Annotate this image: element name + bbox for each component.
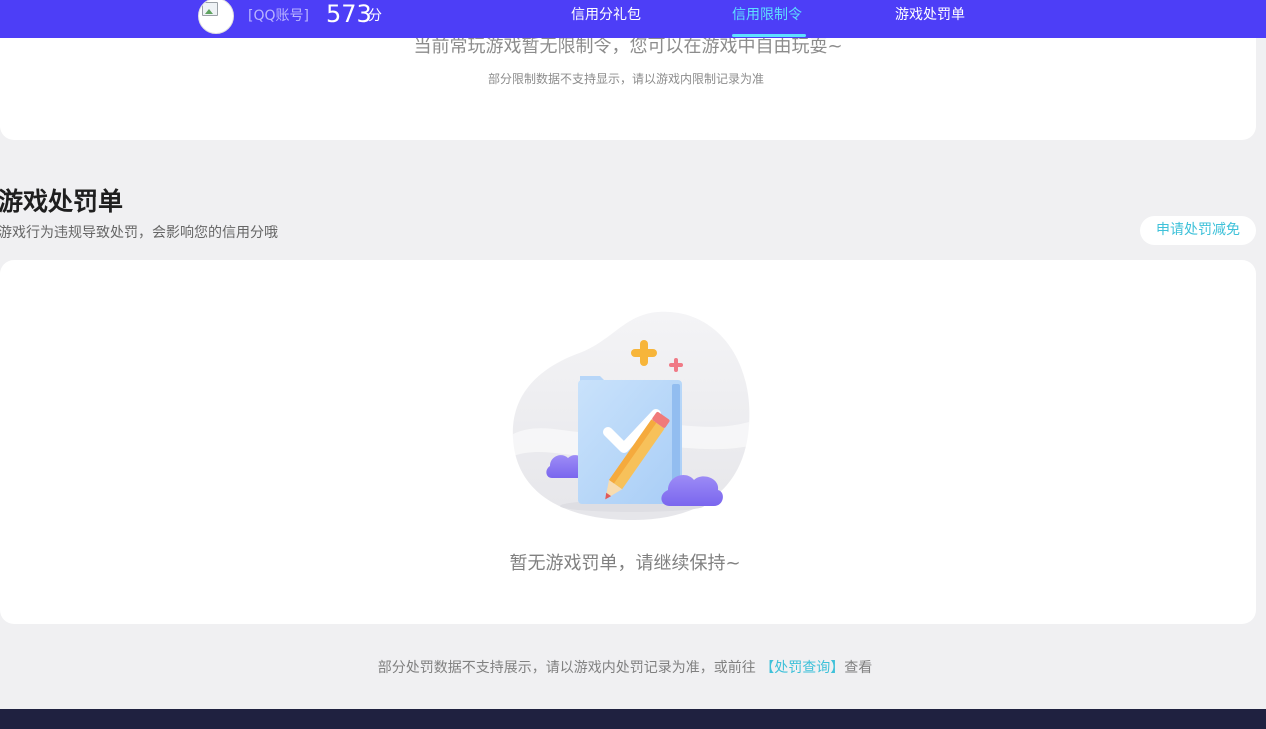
credit-score: 573 — [326, 0, 372, 28]
section-subtitle: 游戏行为违规导致处罚，会影响您的信用分哦 — [0, 225, 278, 241]
account-type-label: [QQ账号] — [248, 8, 309, 24]
document-check-pencil-icon — [512, 311, 750, 520]
top-nav-bar: [QQ账号] 573 分 信用分礼包 信用限制令 游戏处罚单 — [0, 0, 1266, 38]
tab-credit-restriction[interactable]: 信用限制令 — [732, 6, 802, 24]
credit-score-unit: 分 — [368, 8, 382, 24]
tab-credit-gift[interactable]: 信用分礼包 — [571, 6, 641, 24]
footer-note-suffix: 查看 — [844, 660, 873, 676]
limit-note: 部分限制数据不支持显示，请以游戏内限制记录为准 — [487, 72, 764, 86]
page-footer-bar — [0, 709, 1266, 729]
apply-penalty-reduction-button[interactable]: 申请处罚减免 — [1140, 216, 1256, 245]
limit-empty-message: 当前常玩游戏暂无限制令，您可以在游戏中自由玩耍~ — [413, 36, 843, 57]
tab-game-penalty[interactable]: 游戏处罚单 — [895, 6, 965, 24]
footer-note: 部分处罚数据不支持展示，请以游戏内处罚记录为准，或前往 【处罚查询】查看 — [0, 659, 1250, 677]
footer-note-prefix: 部分处罚数据不支持展示，请以游戏内处罚记录为准，或前往 — [377, 660, 756, 676]
penalty-empty-message: 暂无游戏罚单，请继续保持~ — [509, 553, 741, 574]
section-title: 游戏处罚单 — [0, 187, 124, 216]
penalty-query-link[interactable]: 【处罚查询】 — [760, 660, 844, 676]
avatar[interactable] — [198, 0, 234, 34]
active-tab-indicator — [732, 34, 806, 37]
broken-image-icon — [202, 2, 218, 16]
